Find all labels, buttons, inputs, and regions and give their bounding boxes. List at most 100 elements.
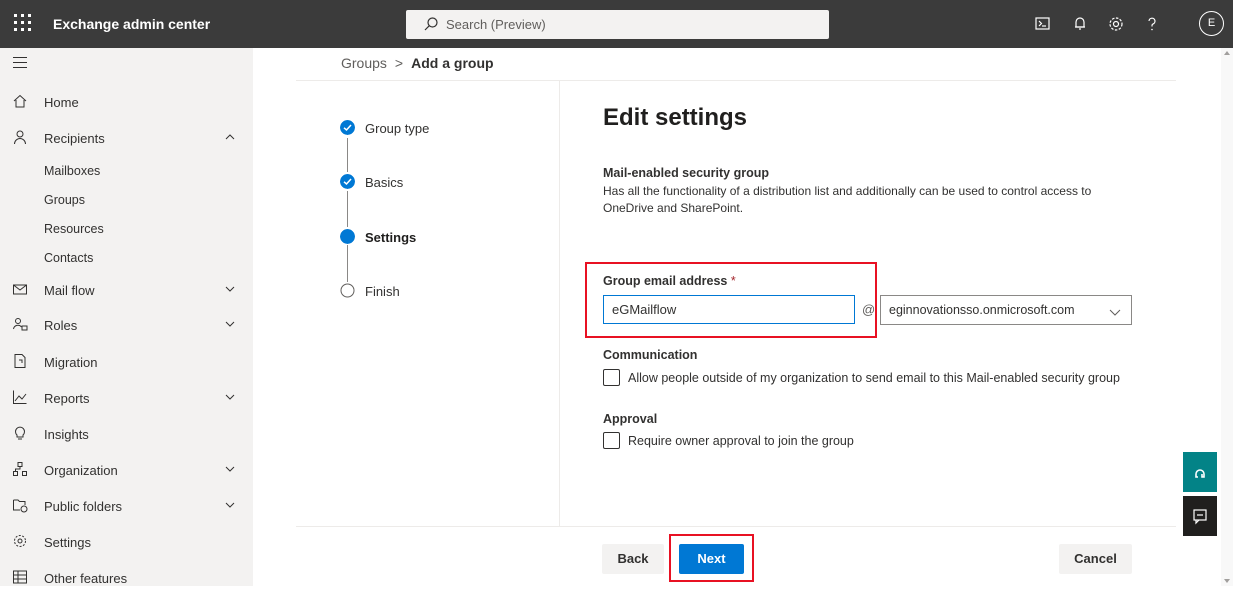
wizard-step-label: Settings: [365, 230, 417, 245]
app-launcher-icon[interactable]: [14, 14, 34, 34]
grid-icon: [13, 570, 27, 584]
sidebar-item-label: Recipients: [44, 131, 105, 146]
sidebar-item-label: Migration: [44, 355, 98, 370]
person-icon: [14, 130, 26, 145]
sidebar-item-label: Organization: [44, 463, 118, 478]
sidebar-item-label: Mail flow: [44, 283, 95, 298]
sidebar-item-label: Insights: [44, 427, 89, 442]
chevron-up-icon: [225, 134, 235, 140]
footer-divider: [296, 526, 1176, 527]
step-connector: [347, 138, 348, 172]
avatar[interactable]: E: [1199, 11, 1224, 36]
sidebar-item-recipients[interactable]: Recipients: [0, 123, 253, 153]
group-type-description: Has all the functionality of a distribut…: [603, 184, 1092, 215]
migration-icon: [14, 354, 26, 368]
hamburger-menu-icon[interactable]: [13, 57, 27, 72]
cancel-button[interactable]: Cancel: [1059, 544, 1132, 574]
help-icon[interactable]: [1141, 13, 1163, 35]
empty-circle-icon: [340, 283, 355, 298]
wizard-step-label: Group type: [365, 121, 430, 136]
sidebar-item-home[interactable]: Home: [0, 87, 253, 117]
public-folders-icon: [13, 499, 28, 513]
sidebar-subitem-contacts[interactable]: Contacts: [44, 251, 93, 265]
breadcrumb-groups-link[interactable]: Groups: [341, 55, 387, 71]
top-bar: Exchange admin center Search (Preview) E: [0, 0, 1233, 48]
sidebar-subitem-groups[interactable]: Groups: [44, 193, 85, 207]
home-icon: [13, 94, 27, 108]
email-field[interactable]: [603, 295, 855, 324]
email-field-label: Group email address *: [603, 274, 736, 288]
approval-checkbox-label[interactable]: Require owner approval to join the group: [628, 434, 854, 448]
sidebar-subitem-mailboxes[interactable]: Mailboxes: [44, 164, 100, 178]
gear-icon: [14, 535, 26, 547]
scroll-down-icon[interactable]: [1221, 574, 1233, 586]
feedback-icon: [1193, 509, 1207, 525]
communication-checkbox-label[interactable]: Allow people outside of my organization …: [628, 371, 1120, 385]
header-divider: [296, 80, 1176, 81]
terminal-icon[interactable]: [1032, 13, 1054, 35]
check-circle-icon: [340, 174, 355, 189]
sidebar-item-mail-flow[interactable]: Mail flow: [0, 275, 253, 305]
chevron-down-icon: [225, 286, 235, 292]
main-scrollbar[interactable]: [1221, 48, 1233, 586]
support-tab[interactable]: [1183, 452, 1217, 492]
sidebar-item-migration[interactable]: Migration: [0, 347, 253, 377]
wizard-step-label: Finish: [365, 284, 400, 299]
sidebar-item-label: Other features: [44, 571, 128, 586]
breadcrumb: Groups > Add a group: [341, 55, 494, 71]
scroll-up-icon[interactable]: [1221, 48, 1233, 60]
page-title: Edit settings: [603, 104, 748, 131]
chevron-down-icon: [225, 394, 235, 400]
sidebar-subitem-resources[interactable]: Resources: [44, 222, 104, 236]
at-sign: @: [862, 302, 876, 317]
gear-icon[interactable]: [1105, 13, 1127, 35]
sidebar-item-label: Roles: [44, 318, 78, 333]
roles-icon: [13, 318, 28, 331]
chevron-down-icon: [225, 466, 235, 472]
sidebar-item-label: Public folders: [44, 499, 123, 514]
app-title[interactable]: Exchange admin center: [53, 16, 210, 32]
group-type-title: Mail-enabled security group: [603, 166, 770, 180]
sidebar-item-organization[interactable]: Organization: [0, 455, 253, 485]
next-button[interactable]: Next: [679, 544, 744, 574]
organization-icon: [13, 462, 27, 476]
breadcrumb-separator-icon: >: [394, 55, 404, 71]
sidebar-item-settings[interactable]: Settings: [0, 527, 253, 557]
breadcrumb-current: Add a group: [411, 55, 494, 71]
reports-icon: [13, 390, 27, 404]
sidebar-item-label: Reports: [44, 391, 90, 406]
domain-dropdown[interactable]: eginnovationsso.onmicrosoft.com: [880, 295, 1132, 325]
approval-checkbox[interactable]: [603, 432, 620, 449]
wizard-step-label: Basics: [365, 175, 404, 190]
bell-icon[interactable]: [1069, 13, 1091, 35]
search-box[interactable]: Search (Preview): [406, 10, 829, 39]
sidebar-item-roles[interactable]: Roles: [0, 310, 253, 340]
communication-title: Communication: [603, 348, 698, 362]
current-step-icon: [340, 229, 355, 244]
headset-icon: [1195, 469, 1205, 478]
sidebar-item-other-features[interactable]: Other features: [0, 563, 253, 593]
sidebar: Home Recipients Mailboxes Groups Resourc…: [0, 48, 253, 586]
sidebar-item-label: Home: [44, 95, 79, 110]
communication-checkbox[interactable]: [603, 369, 620, 386]
step-connector: [347, 245, 348, 282]
search-icon: [424, 17, 438, 31]
sidebar-item-insights[interactable]: Insights: [0, 419, 253, 449]
step-connector: [347, 191, 348, 227]
sidebar-item-public-folders[interactable]: Public folders: [0, 491, 253, 521]
search-placeholder: Search (Preview): [446, 17, 546, 32]
domain-value: eginnovationsso.onmicrosoft.com: [889, 303, 1075, 317]
check-circle-icon: [340, 120, 355, 135]
sidebar-item-label: Settings: [44, 535, 91, 550]
lightbulb-icon: [15, 426, 25, 440]
wizard-divider: [559, 81, 560, 527]
mail-icon: [13, 284, 27, 295]
sidebar-item-reports[interactable]: Reports: [0, 383, 253, 413]
feedback-tab[interactable]: [1183, 496, 1217, 536]
approval-title: Approval: [603, 412, 658, 426]
chevron-down-icon: [225, 502, 235, 508]
chevron-down-icon: [225, 321, 235, 327]
back-button[interactable]: Back: [602, 544, 664, 574]
chevron-down-icon: [1109, 309, 1121, 316]
required-marker: *: [730, 274, 736, 288]
